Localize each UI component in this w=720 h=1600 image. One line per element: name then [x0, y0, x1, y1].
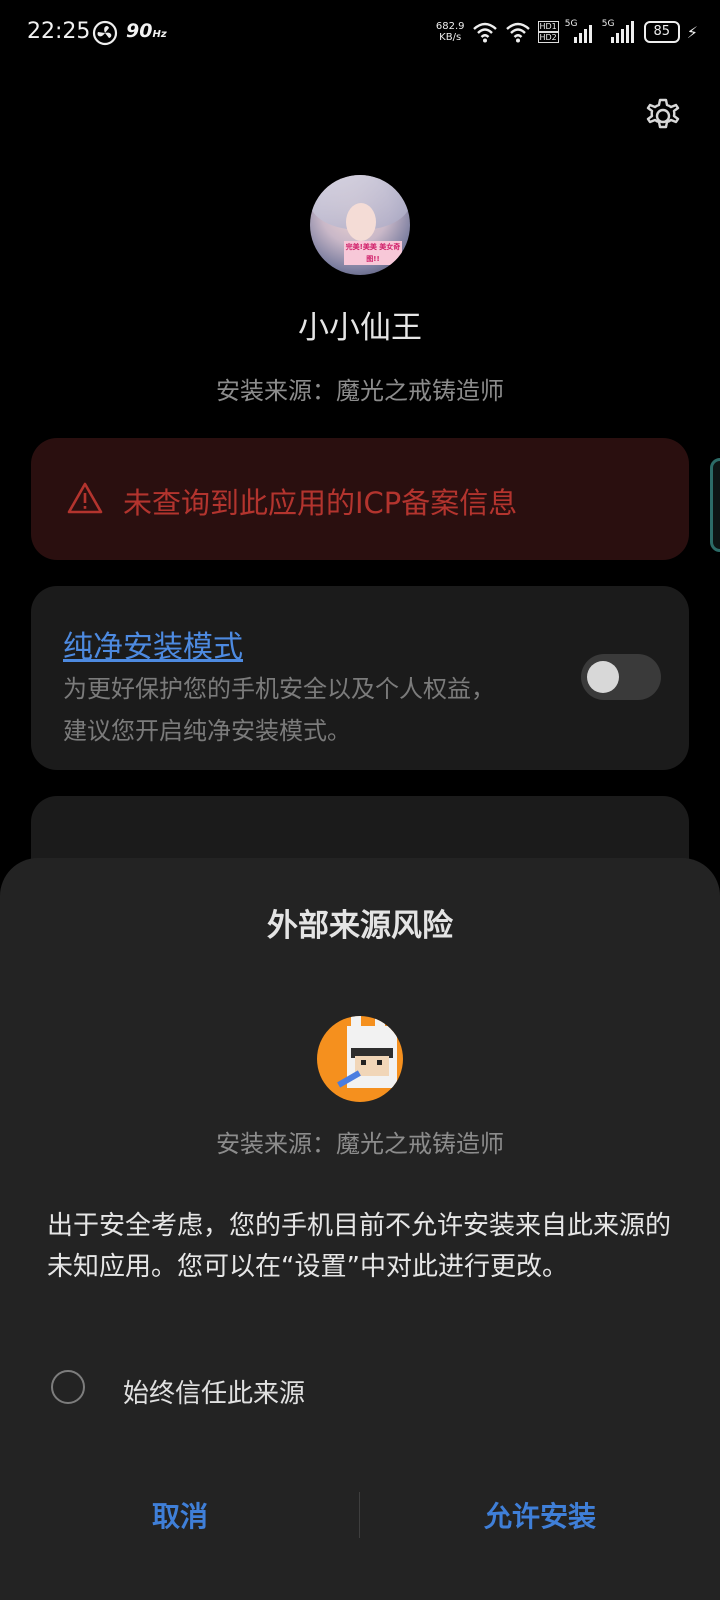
battery-icon: 85	[643, 21, 680, 43]
network-speed: 682.9 KB/s	[435, 21, 465, 43]
dialog-install-source: 安装来源：魔光之戒铸造师	[216, 1130, 504, 1158]
signal-icon: 5G	[602, 19, 637, 43]
icp-warning-text: 未查询到此应用的ICP备案信息	[123, 486, 518, 520]
status-bar: 22:25 90Hz 682.9 KB/s HD1 HD2 5G 5G 85 ⚡	[0, 0, 720, 64]
dialog-message: 出于安全考虑，您的手机目前不允许安装来自此来源的未知应用。您可以在“设置”中对此…	[47, 1211, 672, 1282]
charging-icon: ⚡	[686, 22, 698, 42]
gear-icon[interactable]	[643, 96, 683, 136]
app-install-source: 安装来源：魔光之戒铸造师	[216, 377, 504, 405]
external-source-dialog: 外部来源风险 安装来源：魔光之戒铸造师 出于安全考虑，您的手机目前不允许安装来自…	[0, 858, 720, 1600]
status-time: 22:25	[27, 19, 91, 44]
pure-mode-card: 纯净安装模式 为更好保护您的手机安全以及个人权益，建议您开启纯净安装模式。	[31, 586, 689, 770]
signal-icon: 5G	[565, 19, 596, 43]
wifi-icon	[472, 22, 497, 43]
refresh-rate: 90Hz	[126, 20, 167, 42]
side-panel-handle[interactable]	[710, 458, 720, 552]
fan-icon	[92, 20, 118, 46]
pure-mode-description: 为更好保护您的手机安全以及个人权益，建议您开启纯净安装模式。	[63, 675, 495, 745]
icp-warning-card: 未查询到此应用的ICP备案信息	[31, 438, 689, 560]
warning-triangle-icon	[67, 482, 103, 514]
pure-mode-title[interactable]: 纯净安装模式	[63, 622, 243, 666]
trust-source-label[interactable]: 始终信任此来源	[123, 1373, 305, 1410]
hd-icon: HD1 HD2	[537, 21, 559, 43]
app-icon: 完美!美美 美女奇图!!	[310, 175, 410, 275]
cancel-button[interactable]: 取消	[0, 1495, 360, 1535]
allow-install-button[interactable]: 允许安装	[360, 1495, 720, 1535]
pure-mode-toggle[interactable]	[581, 654, 661, 700]
app-name: 小小仙王	[298, 310, 422, 346]
bunny-avatar-icon	[317, 1016, 403, 1102]
wifi-icon	[505, 22, 530, 43]
trust-source-radio[interactable]	[51, 1370, 85, 1404]
dialog-title: 外部来源风险	[267, 908, 453, 944]
